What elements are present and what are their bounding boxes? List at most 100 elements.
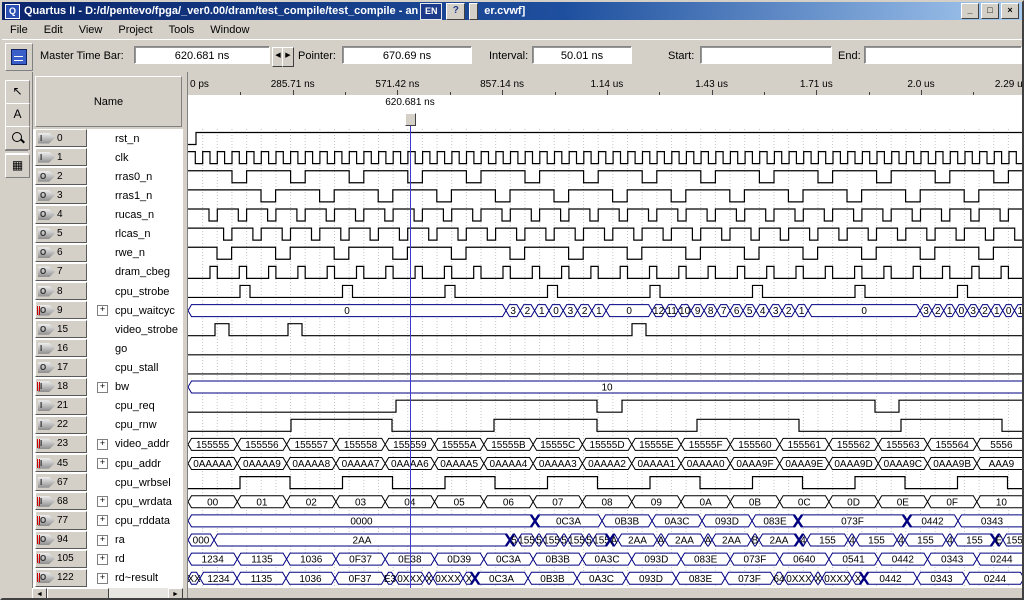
- signal-row-clk[interactable]: I1 clk: [33, 148, 184, 167]
- expand-toggle[interactable]: +: [97, 439, 108, 450]
- hscroll-left-button[interactable]: ◄: [32, 588, 47, 600]
- signal-handle[interactable]: O94: [35, 531, 87, 549]
- start-field[interactable]: [700, 46, 832, 64]
- signal-handle[interactable]: I68: [35, 492, 87, 510]
- timeline-ruler[interactable]: 0 ps285.71 ns571.42 ns857.14 ns1.14 us1.…: [188, 77, 1024, 96]
- signal-row-rlcas_n[interactable]: O5 rlcas_n: [33, 225, 184, 244]
- help-button[interactable]: ?: [446, 3, 465, 20]
- signal-handle[interactable]: O105: [35, 550, 87, 568]
- signal-handle[interactable]: O7: [35, 263, 87, 281]
- time-cursor-handle[interactable]: [405, 113, 416, 126]
- end-field[interactable]: [864, 46, 1022, 64]
- signal-row-cpu_stall[interactable]: O17cpu_stall: [33, 358, 184, 377]
- signal-handle[interactable]: I23: [35, 435, 87, 453]
- signal-handle[interactable]: O8: [35, 282, 87, 300]
- signal-name[interactable]: rlcas_n: [115, 228, 150, 240]
- signal-handle[interactable]: O3: [35, 186, 87, 204]
- app-icon[interactable]: Q: [5, 4, 20, 19]
- signal-handle[interactable]: O2: [35, 167, 87, 185]
- waveform-editor-button[interactable]: [5, 43, 33, 71]
- time-bar-spin-right[interactable]: ▶: [282, 47, 294, 67]
- menu-item-project[interactable]: Project: [110, 22, 160, 38]
- signal-name[interactable]: cpu_rnw: [115, 419, 157, 431]
- signal-row-dram_cbeg[interactable]: O7 dram_cbeg: [33, 263, 184, 282]
- signal-name[interactable]: clk: [115, 152, 128, 164]
- signal-name[interactable]: bw: [115, 381, 129, 393]
- signal-name[interactable]: cpu_strobe: [115, 286, 169, 298]
- language-indicator[interactable]: EN: [420, 3, 442, 20]
- signal-handle[interactable]: O4: [35, 205, 87, 223]
- signal-row-rras1_n[interactable]: O3 rras1_n: [33, 186, 184, 205]
- expand-toggle[interactable]: +: [97, 554, 108, 565]
- signal-row-rwe_n[interactable]: O6rwe_n: [33, 244, 184, 263]
- interval-field[interactable]: 50.01 ns: [532, 46, 632, 64]
- signal-row-video_strobe[interactable]: O15 video_strobe: [33, 320, 184, 339]
- signal-name[interactable]: dram_cbeg: [115, 266, 170, 278]
- language-bar-handle[interactable]: [469, 3, 478, 20]
- expand-toggle[interactable]: +: [97, 573, 108, 584]
- close-button[interactable]: ×: [1001, 3, 1019, 19]
- signal-row-rras0_n[interactable]: O2 rras0_n: [33, 167, 184, 186]
- expand-toggle[interactable]: +: [97, 382, 108, 393]
- restore-button[interactable]: □: [981, 3, 999, 19]
- signal-row-cpu_rnw[interactable]: I22 cpu_rnw: [33, 416, 184, 435]
- signal-name[interactable]: video_addr: [115, 438, 169, 450]
- signal-name[interactable]: cpu_rddata: [115, 515, 170, 527]
- expand-toggle[interactable]: +: [97, 535, 108, 546]
- signal-handle[interactable]: I22: [35, 416, 87, 434]
- signal-handle[interactable]: I16: [35, 339, 87, 357]
- hscroll-thumb[interactable]: [47, 588, 109, 600]
- signal-handle[interactable]: O15: [35, 320, 87, 338]
- signal-handle[interactable]: O77: [35, 511, 87, 529]
- signal-row-go[interactable]: I16 go: [33, 339, 184, 358]
- waveform-canvas[interactable]: 0321032101211109876543210321032101101555…: [188, 129, 1024, 588]
- signal-handle[interactable]: I18: [35, 378, 87, 396]
- grid-tool-button[interactable]: ▦: [5, 154, 30, 178]
- master-time-bar-field[interactable]: 620.681 ns: [134, 46, 270, 64]
- signal-name[interactable]: rras1_n: [115, 190, 152, 202]
- expand-toggle[interactable]: +: [97, 305, 108, 316]
- expand-toggle[interactable]: +: [97, 458, 108, 469]
- signal-name[interactable]: rwe_n: [115, 247, 145, 259]
- zoom-tool-button[interactable]: [5, 126, 30, 150]
- expand-toggle[interactable]: +: [97, 515, 108, 526]
- signal-name[interactable]: go: [115, 343, 127, 355]
- signal-row-cpu_waitcyc[interactable]: O9 + cpu_waitcyc: [33, 301, 184, 320]
- signal-name[interactable]: cpu_addr: [115, 458, 161, 470]
- signal-handle[interactable]: I21: [35, 397, 87, 415]
- signal-name[interactable]: rd~result: [115, 572, 158, 584]
- signal-handle[interactable]: O5: [35, 225, 87, 243]
- signal-row-cpu_addr[interactable]: I45+cpu_addr: [33, 454, 184, 473]
- signal-handle[interactable]: I0: [35, 129, 87, 147]
- signal-name[interactable]: rras0_n: [115, 171, 152, 183]
- signal-name[interactable]: video_strobe: [115, 324, 178, 336]
- signal-name[interactable]: rucas_n: [115, 209, 154, 221]
- signal-row-rst_n[interactable]: I0rst_n: [33, 129, 184, 148]
- signal-row-cpu_req[interactable]: I21 cpu_req: [33, 397, 184, 416]
- menu-item-file[interactable]: File: [2, 22, 36, 38]
- pointer-field[interactable]: 670.69 ns: [342, 46, 472, 64]
- menu-item-window[interactable]: Window: [202, 22, 257, 38]
- menu-item-edit[interactable]: Edit: [36, 22, 71, 38]
- signal-row-cpu_rddata[interactable]: O77 + cpu_rddata: [33, 511, 184, 530]
- signal-name[interactable]: cpu_wrbsel: [115, 477, 171, 489]
- signal-row-rd~result[interactable]: O122+rd~result: [33, 569, 184, 588]
- hscroll-right-button[interactable]: ►: [168, 588, 183, 600]
- selection-tool-button[interactable]: ↖: [5, 80, 30, 104]
- expand-toggle[interactable]: +: [97, 496, 108, 507]
- signal-name[interactable]: cpu_wrdata: [115, 496, 172, 508]
- signal-handle[interactable]: I1: [35, 148, 87, 166]
- menu-item-view[interactable]: View: [71, 22, 111, 38]
- signal-name[interactable]: cpu_stall: [115, 362, 158, 374]
- signal-name[interactable]: cpu_waitcyc: [115, 305, 175, 317]
- signal-name[interactable]: rd: [115, 553, 125, 565]
- signal-row-ra[interactable]: O94 + ra: [33, 531, 184, 550]
- signal-name[interactable]: cpu_req: [115, 400, 155, 412]
- signal-row-video_addr[interactable]: I23 + video_addr: [33, 435, 184, 454]
- time-bar-band[interactable]: 620.681 ns: [188, 95, 1024, 129]
- signal-row-rucas_n[interactable]: O4 rucas_n: [33, 205, 184, 224]
- text-tool-button[interactable]: A: [5, 103, 30, 127]
- signal-handle[interactable]: O9: [35, 301, 87, 319]
- signal-row-cpu_strobe[interactable]: O8 cpu_strobe: [33, 282, 184, 301]
- signal-name[interactable]: ra: [115, 534, 125, 546]
